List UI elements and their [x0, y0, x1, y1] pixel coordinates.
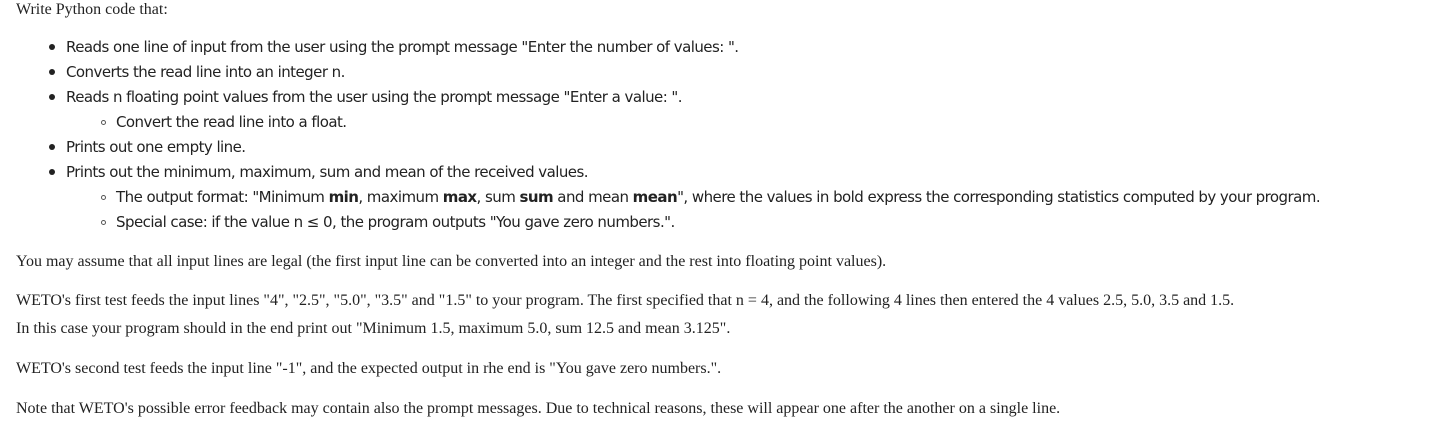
exercise-description: Write Python code that: Reads one line o… [0, 0, 1442, 426]
sub-item-output-format: The output format: "Minimum min, maximum… [116, 188, 1321, 206]
format-text: and mean [553, 188, 633, 206]
sub-bullet-circle [101, 120, 106, 125]
bold-min: min [328, 188, 359, 206]
format-text: , sum [476, 188, 520, 206]
bullet-dot [49, 94, 55, 100]
bold-mean: mean [632, 188, 678, 206]
bold-sum: sum [519, 188, 554, 206]
paragraph-second-test: WETO's second test feeds the input line … [16, 360, 722, 377]
intro-text: Write Python code that: [16, 1, 168, 18]
list-item-read-count: Reads one line of input from the user us… [66, 38, 739, 56]
paragraph-first-test-continued: In this case your program should in the … [16, 320, 731, 337]
paragraph-assumption: You may assume that all input lines are … [16, 253, 887, 270]
list-item-convert-int: Converts the read line into an integer n… [66, 63, 345, 81]
sub-item-special-case: Special case: if the value n ≤ 0, the pr… [116, 213, 675, 231]
bullet-dot [49, 69, 55, 75]
bullet-dot [49, 169, 55, 175]
sub-bullet-circle [101, 220, 106, 225]
bullet-dot [49, 44, 55, 50]
paragraph-note: Note that WETO's possible error feedback… [16, 400, 1061, 417]
format-text: The output format: "Minimum [116, 188, 329, 206]
format-text: , maximum [358, 188, 443, 206]
list-item-empty-line: Prints out one empty line. [66, 138, 246, 156]
list-item-print-stats: Prints out the minimum, maximum, sum and… [66, 163, 589, 181]
bullet-dot [49, 144, 55, 150]
sub-item-convert-float: Convert the read line into a float. [116, 113, 347, 131]
format-text: ", where the values in bold express the … [677, 188, 1321, 206]
paragraph-first-test: WETO's first test feeds the input lines … [16, 292, 1235, 309]
sub-bullet-circle [101, 195, 106, 200]
bold-max: max [442, 188, 477, 206]
list-item-read-values: Reads n floating point values from the u… [66, 88, 683, 106]
